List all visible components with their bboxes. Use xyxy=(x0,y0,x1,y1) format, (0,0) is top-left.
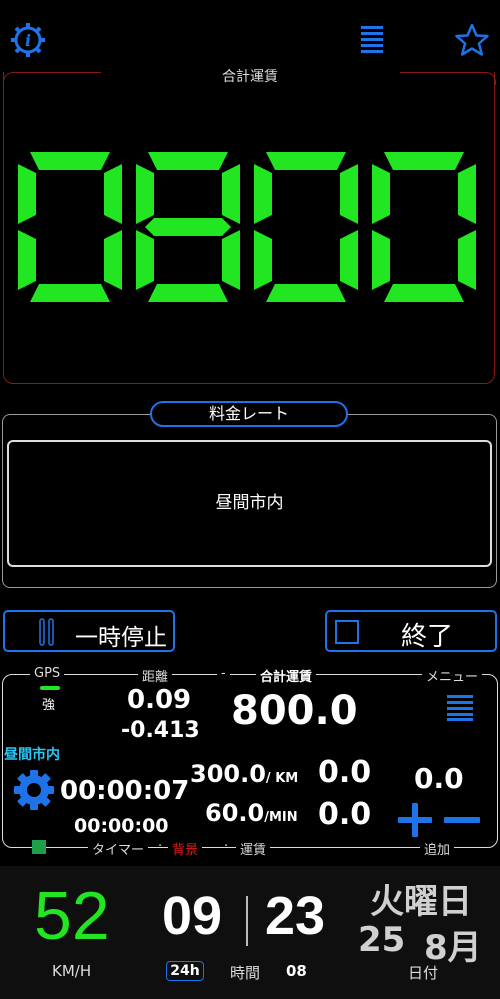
pause-icon xyxy=(39,618,55,646)
distance-delta: -0.413 xyxy=(121,718,200,743)
rate-per-min-unit: /MIN xyxy=(264,810,298,825)
date-label: 日付 xyxy=(408,964,439,982)
bullet-2: · xyxy=(224,839,229,854)
info-gear-icon[interactable]: i xyxy=(10,22,46,58)
rate-label: 料金レート xyxy=(150,401,348,427)
weekday: 火曜日 xyxy=(370,882,472,922)
fare-seven-segment-display xyxy=(18,152,476,302)
plus-icon[interactable] xyxy=(398,803,432,837)
fare-digit-4-segment-f xyxy=(372,164,390,224)
fare-digit-1-segment-a xyxy=(30,152,110,170)
fare-digit-1-segment-b xyxy=(104,164,122,224)
end-button[interactable]: 終了 xyxy=(325,610,497,652)
fare-digit-4-segment-d xyxy=(384,284,464,302)
gps-label: GPS xyxy=(30,666,65,681)
rate-per-km-value: 300.0 xyxy=(190,760,266,788)
hamburger-menu-icon[interactable] xyxy=(361,26,383,54)
timer-main: 00:00:07 xyxy=(60,776,190,806)
fare-digit-2-segment-c xyxy=(222,230,240,290)
timer-label: タイマー xyxy=(88,839,149,858)
gps-strength: 強 xyxy=(42,698,56,713)
fare-digit-3-segment-e xyxy=(254,230,272,290)
fare-digit-4-segment-e xyxy=(372,230,390,290)
fare-digit-2-segment-e xyxy=(136,230,154,290)
min-fare: 0.0 xyxy=(318,797,372,832)
gps-signal-bar xyxy=(40,686,60,690)
speed-value: 52 xyxy=(34,878,110,954)
distance-dash: - xyxy=(217,666,230,681)
menu-label: メニュー xyxy=(422,666,483,685)
rate-per-km-unit: / KM xyxy=(265,771,299,786)
speed-unit: KM/H xyxy=(52,962,92,980)
clock-seconds: 08 xyxy=(286,962,307,980)
star-icon[interactable] xyxy=(455,23,489,57)
rate-name: 昼間市内 xyxy=(4,747,60,763)
fare-digit-3-segment-d xyxy=(266,284,346,302)
fare-label: 運賃 xyxy=(236,839,271,858)
date-day: 25 xyxy=(358,920,406,960)
distance-label: 距離 xyxy=(138,666,173,685)
rate-per-km: 300.0/ KM xyxy=(190,760,298,788)
fare-digit-1-segment-c xyxy=(104,230,122,290)
rate-per-min-value: 60.0 xyxy=(205,799,265,827)
green-indicator[interactable] xyxy=(32,840,46,854)
gps-label-trail-line xyxy=(80,674,96,675)
end-button-label: 終了 xyxy=(401,622,454,652)
fare-digit-4-segment-c xyxy=(458,230,476,290)
clock-minute: 23 xyxy=(265,886,326,946)
timer-sub: 00:00:00 xyxy=(74,815,169,837)
distance-value: 0.09 xyxy=(127,685,192,715)
fare-digit-2-segment-a xyxy=(148,152,228,170)
fare-digit-1-segment-f xyxy=(18,164,36,224)
rate-value-button[interactable]: 昼間市内 xyxy=(7,440,492,567)
panel-menu-icon[interactable] xyxy=(447,695,473,721)
fare-title: 合計運賃 xyxy=(222,69,278,85)
fare-digit-3-segment-c xyxy=(340,230,358,290)
background-label[interactable]: 背景 xyxy=(168,839,203,858)
rate-per-min: 60.0/MIN xyxy=(205,799,298,827)
extra-value: 0.0 xyxy=(414,762,464,795)
pause-button-label: 一時停止 xyxy=(75,625,167,651)
minus-icon[interactable] xyxy=(444,817,480,823)
fare-digit-1-segment-d xyxy=(30,284,110,302)
bullet-1: · xyxy=(158,839,163,854)
fare-digit-1-segment-e xyxy=(18,230,36,290)
time-label: 時間 xyxy=(230,964,261,982)
timer-gear-icon[interactable] xyxy=(12,768,56,812)
fare-digit-4-segment-b xyxy=(458,164,476,224)
fare-digit-2-segment-f xyxy=(136,164,154,224)
km-fare: 0.0 xyxy=(318,755,372,790)
fare-digit-3-segment-f xyxy=(254,164,272,224)
fare-digit-2-segment-b xyxy=(222,164,240,224)
fare-digit-3-segment-a xyxy=(266,152,346,170)
fare-digit-3-segment-b xyxy=(340,164,358,224)
fare-digit-2-segment-d xyxy=(148,284,228,302)
add-label: 追加 xyxy=(420,839,455,858)
clock-hour: 09 xyxy=(162,886,223,946)
fare-digit-2-segment-g xyxy=(145,218,231,236)
total-fare-label: 合計運賃 xyxy=(256,666,317,685)
time-format-badge[interactable]: 24h xyxy=(166,961,204,981)
svg-text:i: i xyxy=(25,31,31,50)
fare-digit-4-segment-a xyxy=(384,152,464,170)
total-fare-value: 800.0 xyxy=(231,688,358,734)
pause-button[interactable]: 一時停止 xyxy=(3,610,175,652)
stop-square-icon xyxy=(335,620,359,644)
clock-divider xyxy=(246,896,248,946)
